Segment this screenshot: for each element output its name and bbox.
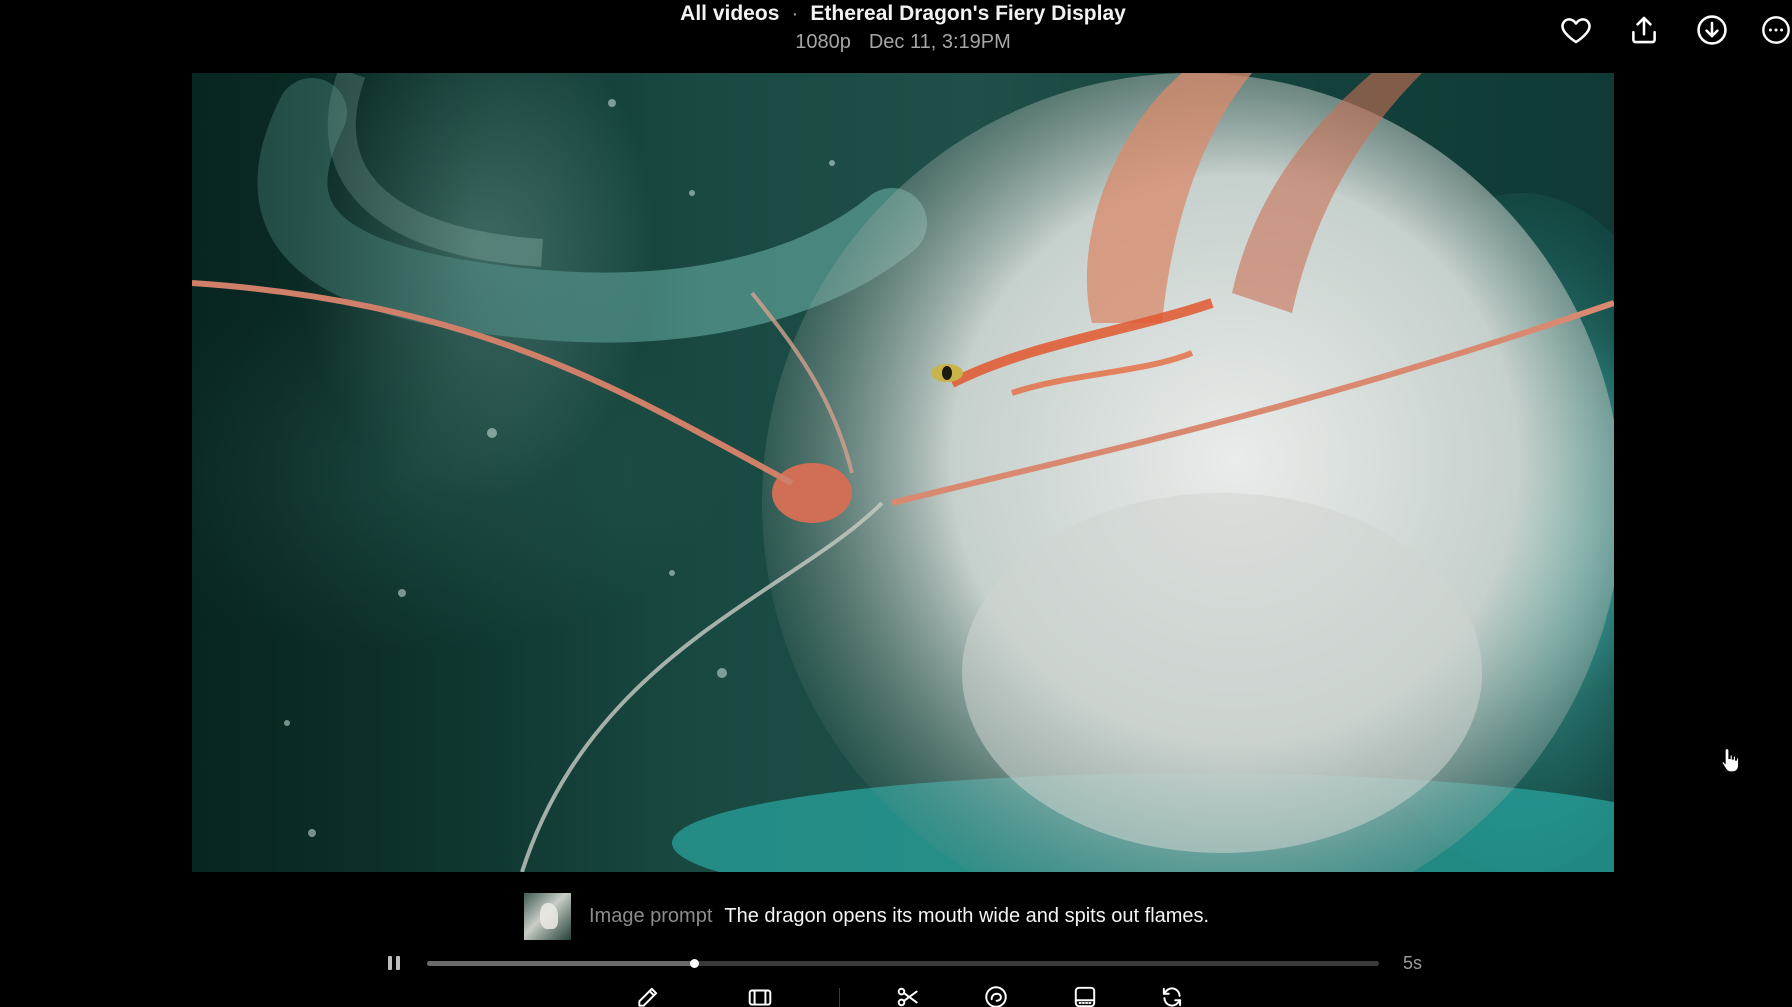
progress-track[interactable] (427, 959, 1379, 968)
video-frame[interactable] (192, 73, 1614, 872)
pause-icon-bar-left (388, 956, 392, 970)
edit-button[interactable] (633, 984, 663, 1007)
pause-button[interactable] (384, 953, 404, 973)
aspect-ratio-icon (748, 989, 772, 1006)
prompt-text: The dragon opens its mouth wide and spit… (724, 904, 1210, 927)
progress-fill (427, 961, 694, 966)
video-viewer: All videos · Ethereal Dragon's Fiery Displ… (0, 0, 1792, 1007)
remix-button[interactable] (1157, 984, 1187, 1007)
more-button[interactable] (1760, 10, 1792, 50)
breadcrumb-all-videos[interactable]: All videos (680, 2, 779, 25)
share-button[interactable] (1624, 10, 1664, 50)
pause-icon-bar-right (396, 956, 400, 970)
prompt-row: Image prompt The dragon opens its mouth … (524, 892, 1209, 940)
download-button[interactable] (1692, 10, 1732, 50)
frame-button[interactable] (1070, 984, 1100, 1007)
loop-icon (985, 986, 1007, 1007)
video-title: Ethereal Dragon's Fiery Display (810, 2, 1126, 25)
loop-button[interactable] (981, 984, 1011, 1007)
frame-icon (1074, 986, 1096, 1007)
more-icon (1762, 16, 1790, 44)
hand-cursor-icon (1721, 747, 1740, 773)
resolution-label: 1080p (795, 31, 851, 53)
toolbar-divider (839, 988, 840, 1007)
video-metadata: 1080p Dec 11, 3:19PM (0, 31, 1792, 54)
cut-button[interactable] (893, 984, 923, 1007)
cut-icon (897, 987, 918, 1007)
header-title: All videos · Ethereal Dragon's Fiery Displ… (0, 2, 1792, 26)
created-timestamp: Dec 11, 3:19PM (868, 31, 1011, 53)
prompt-image-thumbnail[interactable] (524, 892, 571, 940)
aspect-ratio-button[interactable] (745, 984, 775, 1007)
edit-icon (638, 987, 658, 1007)
download-icon (1697, 15, 1727, 45)
heart-icon (1561, 18, 1591, 44)
duration-label: 5s (1403, 953, 1423, 973)
favorite-button[interactable] (1556, 10, 1596, 50)
dragon-video-image (192, 73, 1614, 872)
progress-knob[interactable] (689, 959, 699, 968)
share-icon (1632, 16, 1656, 44)
breadcrumb-separator: · (791, 2, 799, 25)
remix-icon (1162, 987, 1182, 1007)
prompt-label: Image prompt (589, 904, 713, 927)
